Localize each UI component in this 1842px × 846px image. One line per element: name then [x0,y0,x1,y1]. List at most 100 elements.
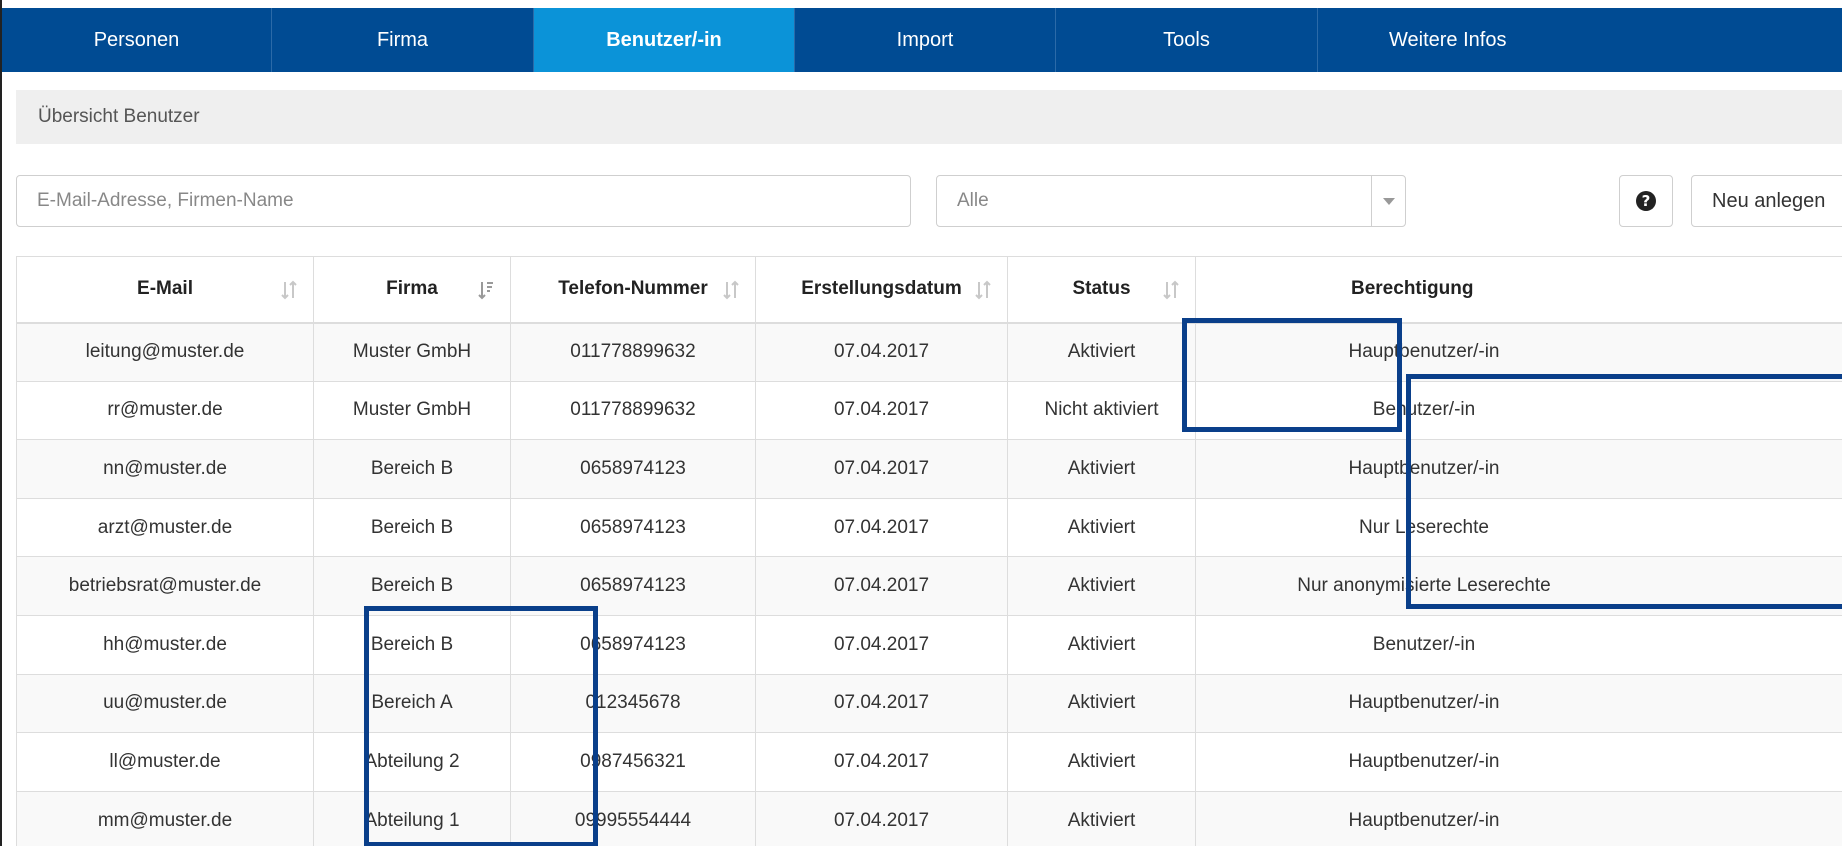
cell-email: nn@muster.de [16,439,314,499]
cell-status: Aktiviert [1007,322,1196,382]
cell-erstellungsdatum: 07.04.2017 [755,790,1008,846]
new-user-button[interactable]: Neu anlegen [1691,175,1842,227]
cell-telefon: 0658974123 [510,614,756,675]
cell-telefon: 0658974123 [510,497,756,558]
main-navigation: Personen Firma Benutzer/-in Import Tools… [2,8,1842,72]
berechtigung-value: Hauptbenutzer/-in [1348,341,1500,363]
tab-import[interactable]: Import [795,8,1056,72]
cell-erstellungsdatum: 07.04.2017 [755,380,1008,441]
table-row[interactable]: mm@muster.de Abteilung 1 09995554444 07.04.… [16,790,1842,846]
cell-erstellungsdatum: 07.04.2017 [755,556,1008,616]
cell-status: Aktiviert [1007,732,1196,792]
column-header-firma[interactable]: Firma [313,256,511,324]
cell-erstellungsdatum: 07.04.2017 [755,732,1008,792]
berechtigung-value: Nur Leserechte [1359,516,1489,538]
cell-erstellungsdatum: 07.04.2017 [755,497,1008,558]
table-row[interactable]: arzt@muster.de Bereich B 0658974123 07.04.2… [16,497,1842,558]
cell-firma: Bereich B [313,556,511,616]
tab-weitere-infos[interactable]: Weitere Infos [1318,8,1842,72]
column-header-berechtigung[interactable]: Berechtigung [1195,256,1842,324]
column-header-email[interactable]: E-Mail [16,256,314,324]
berechtigung-value: Benutzer/-in [1372,399,1476,421]
cell-status: Aktiviert [1007,556,1196,616]
cell-firma: Bereich B [313,614,511,675]
cell-firma: Abteilung 2 [313,732,511,792]
table-row[interactable]: nn@muster.de Bereich B 0658974123 07.04.201… [16,439,1842,499]
cell-email: betriebsrat@muster.de [16,556,314,616]
app-frame: Personen Firma Benutzer/-in Import Tools… [0,0,1842,846]
cell-berechtigung: Nur Leserechte [1195,497,1842,558]
column-header-status[interactable]: Status [1007,256,1196,324]
cell-berechtigung: Hauptbenutzer/-in [1195,439,1842,499]
column-header-telefon[interactable]: Telefon-Nummer [510,256,756,324]
cell-email: arzt@muster.de [16,497,314,558]
cell-email: rr@muster.de [16,380,314,441]
cell-berechtigung: Nur anonymisierte Leserechte [1195,556,1842,616]
berechtigung-value: Hauptbenutzer/-in [1348,809,1500,831]
cell-berechtigung: Hauptbenutzer/-in [1195,790,1842,846]
tab-benutzer[interactable]: Benutzer/-in [534,8,795,72]
cell-berechtigung: Benutzer/-in [1195,380,1842,441]
table-body: leitung@muster.de Muster GmbH 011778899632… [16,322,1842,846]
sort-descending-icon[interactable] [478,280,494,300]
tab-personen[interactable]: Personen [2,8,272,72]
cell-telefon: 0658974123 [510,439,756,499]
table-row[interactable]: ll@muster.de Abteilung 2 0987456321 07.04.2… [16,732,1842,792]
cell-telefon: 0987456321 [510,732,756,792]
sort-icon[interactable] [1163,280,1179,300]
cell-erstellungsdatum: 07.04.2017 [755,614,1008,675]
cell-telefon: 011778899632 [510,380,756,441]
cell-status: Aktiviert [1007,790,1196,846]
breadcrumb: Übersicht Benutzer [16,90,1842,144]
users-table: E-Mail Firma Telefon-Nummer Erstellungsd… [16,256,1842,846]
search-input[interactable] [16,175,911,227]
cell-erstellungsdatum: 07.04.2017 [755,439,1008,499]
chevron-down-icon[interactable] [1371,176,1405,226]
berechtigung-value: Hauptbenutzer/-in [1348,750,1500,772]
cell-firma: Abteilung 1 [313,790,511,846]
cell-berechtigung: Hauptbenutzer/-in [1195,673,1842,734]
berechtigung-value: Hauptbenutzer/-in [1348,692,1500,714]
cell-email: hh@muster.de [16,614,314,675]
tab-firma[interactable]: Firma [272,8,534,72]
table-row[interactable]: betriebsrat@muster.de Bereich B 0658974123… [16,556,1842,616]
table-row[interactable]: leitung@muster.de Muster GmbH 011778899632… [16,322,1842,382]
cell-status: Aktiviert [1007,673,1196,734]
sort-icon[interactable] [723,280,739,300]
cell-berechtigung: Benutzer/-in [1195,614,1842,675]
cell-telefon: 012345678 [510,673,756,734]
cell-status: Aktiviert [1007,439,1196,499]
question-circle-icon: ? [1636,191,1656,211]
cell-erstellungsdatum: 07.04.2017 [755,673,1008,734]
sort-icon[interactable] [281,280,297,300]
cell-telefon: 011778899632 [510,322,756,382]
column-header-erstellungsdatum[interactable]: Erstellungsdatum [755,256,1008,324]
cell-email: leitung@muster.de [16,322,314,382]
table-row[interactable]: hh@muster.de Bereich B 0658974123 07.04.201… [16,614,1842,675]
berechtigung-value: Nur anonymisierte Leserechte [1297,575,1551,597]
cell-email: ll@muster.de [16,732,314,792]
column-header-label: Status [1072,278,1131,300]
status-filter-select[interactable]: Alle [936,175,1406,227]
tab-tools[interactable]: Tools [1056,8,1318,72]
cell-email: uu@muster.de [16,673,314,734]
sort-icon[interactable] [975,280,991,300]
column-header-label: E-Mail [137,278,193,300]
breadcrumb-label: Übersicht Benutzer [38,106,200,127]
table-row[interactable]: rr@muster.de Muster GmbH 011778899632 07.04… [16,380,1842,441]
cell-berechtigung: Hauptbenutzer/-in [1195,732,1842,792]
cell-email: mm@muster.de [16,790,314,846]
column-header-label: Erstellungsdatum [801,278,962,300]
help-button[interactable]: ? [1619,175,1673,227]
cell-firma: Bereich B [313,497,511,558]
top-spacer [2,0,1842,8]
cell-firma: Bereich B [313,439,511,499]
table-row[interactable]: uu@muster.de Bereich A 012345678 07.04.2017… [16,673,1842,734]
column-header-label: Berechtigung [1351,278,1474,300]
berechtigung-value: Benutzer/-in [1372,633,1476,655]
cell-firma: Bereich A [313,673,511,734]
table-header-row: E-Mail Firma Telefon-Nummer Erstellungsd… [16,256,1842,324]
cell-telefon: 09995554444 [510,790,756,846]
column-header-label: Telefon-Nummer [558,278,708,300]
cell-status: Aktiviert [1007,614,1196,675]
